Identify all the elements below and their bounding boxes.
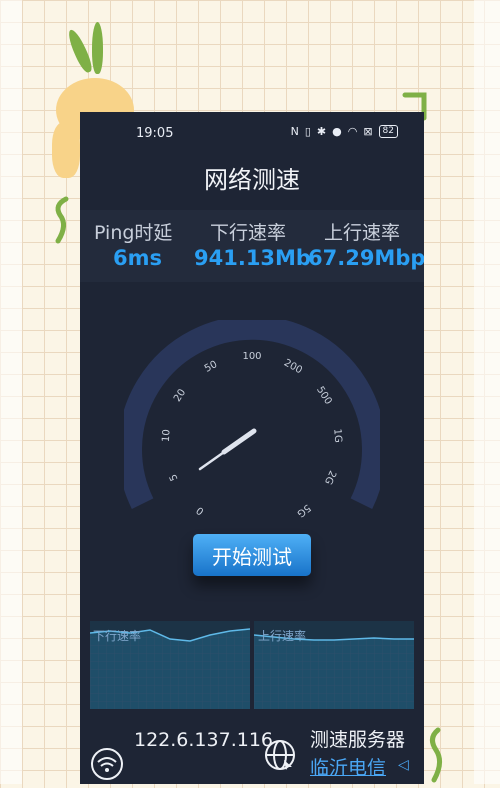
server-link[interactable]: 临沂电信 xyxy=(310,753,386,780)
upload-value: 67.29Mbp xyxy=(308,246,424,270)
download-value: 941.13Mb xyxy=(194,246,311,270)
battery-icon: 82 xyxy=(378,125,398,138)
wifi-icon xyxy=(91,748,123,780)
sim-icon: ⊠ xyxy=(363,125,373,138)
ip-address: 122.6.137.116 xyxy=(134,729,274,751)
gauge-tick-label: 5G xyxy=(295,502,313,519)
start-test-button[interactable]: 开始测试 xyxy=(193,534,311,576)
nfc-icon: N xyxy=(290,125,299,138)
wifi-status-icon: ◠ xyxy=(347,125,358,138)
paper-edge xyxy=(0,0,22,784)
ping-value: 6ms xyxy=(113,246,162,270)
speed-gauge: 0 5 10 20 50 100 200 500 1G 2G 5G xyxy=(124,320,380,519)
metrics-panel: Ping时延 下行速率 上行速率 6ms 941.13Mb 67.29Mbp xyxy=(80,210,424,282)
status-icons: N ▯ ✱ ● ◠ ⊠ 82 xyxy=(291,125,398,138)
ping-label: Ping时延 xyxy=(94,222,173,244)
gauge-tick-label: 0 xyxy=(195,504,207,517)
gauge-tick-label: 100 xyxy=(242,351,261,362)
bluetooth-icon: ✱ xyxy=(316,125,327,138)
status-bar: 19:05 N ▯ ✱ ● ◠ ⊠ 82 xyxy=(80,112,424,154)
status-time: 19:05 xyxy=(136,126,174,141)
location-icon: ● xyxy=(332,125,342,138)
gauge-tick-label: 5 xyxy=(168,472,181,482)
gauge-tick-label: 20 xyxy=(172,387,188,404)
upload-chart-label: 上行速率 xyxy=(258,629,307,643)
server-label: 测速服务器 xyxy=(310,729,406,751)
page-title: 网络测速 xyxy=(204,166,300,194)
vibrate-icon: ▯ xyxy=(304,125,311,138)
squiggle-doodle-icon xyxy=(52,195,72,251)
chevron-left-icon[interactable]: ◁ xyxy=(398,757,409,773)
globe-icon xyxy=(265,740,295,770)
squiggle-doodle-icon xyxy=(426,726,446,788)
upload-label: 上行速率 xyxy=(324,222,401,244)
gauge-tick-label: 2G xyxy=(322,469,338,486)
gauge-needle-base xyxy=(221,428,257,455)
phone-screen: 19:05 N ▯ ✱ ● ◠ ⊠ 82 网络测速 Ping时延 下行速率 上行… xyxy=(80,112,424,784)
gauge-tick-label: 500 xyxy=(314,385,334,407)
footer-bar: 122.6.137.116 测速服务器 临沂电信 ◁ xyxy=(80,719,424,784)
gauge-tick-label: 10 xyxy=(161,429,173,443)
download-label: 下行速率 xyxy=(210,222,287,244)
download-chart-label: 下行速率 xyxy=(93,629,142,643)
gauge-tick-label: 50 xyxy=(203,359,219,375)
gauge-tick-label: 200 xyxy=(282,358,304,377)
paper-edge xyxy=(474,0,500,784)
gauge-tick-label: 1G xyxy=(331,428,343,443)
